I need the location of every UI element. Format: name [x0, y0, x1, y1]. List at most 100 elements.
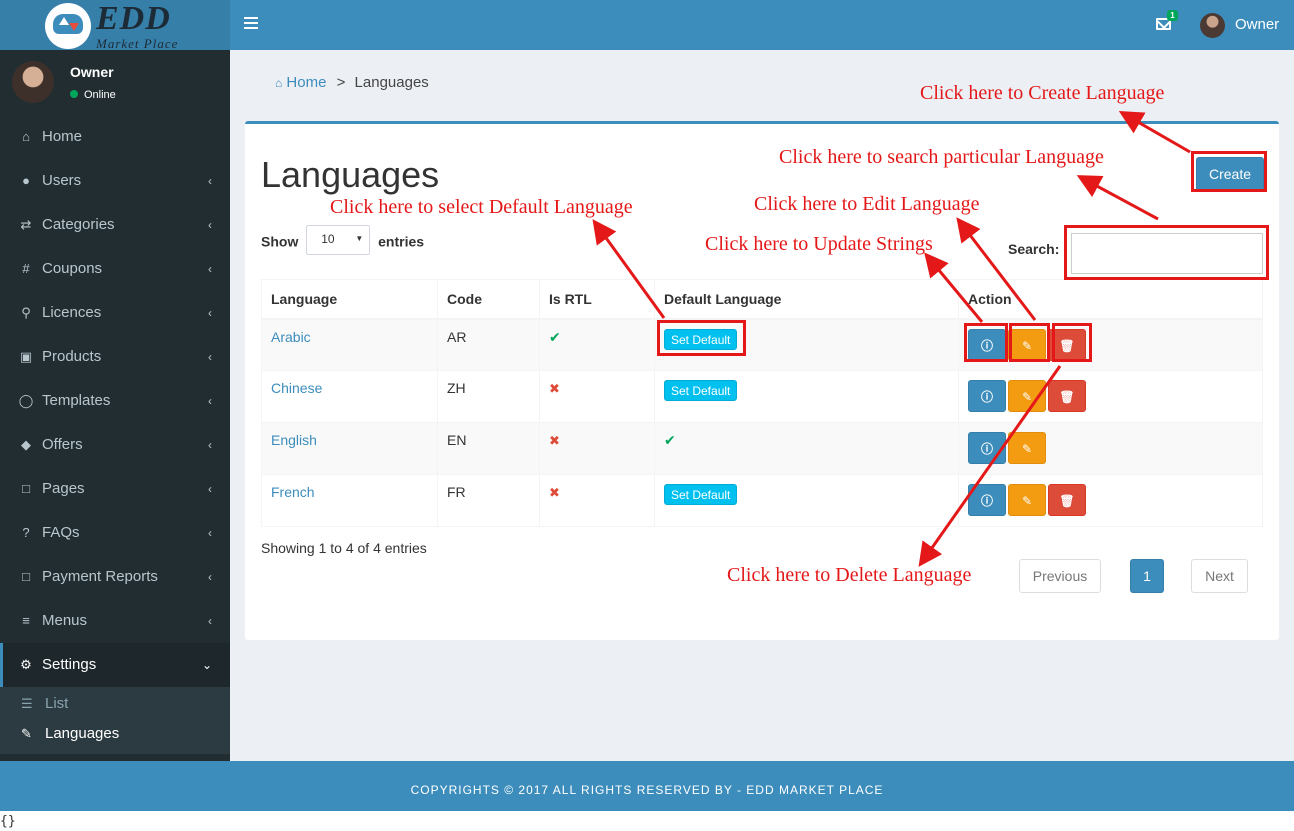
sidebar-item-payment-reports[interactable]: □ Payment Reports ‹: [0, 555, 230, 599]
sidebar-item-licences[interactable]: ⚲ Licences ‹: [0, 291, 230, 335]
delete-button[interactable]: 🗑: [1048, 484, 1086, 516]
annotation-default: Click here to select Default Language: [330, 196, 633, 218]
sidebar-item-offers[interactable]: ◆ Offers ‹: [0, 423, 230, 467]
submenu-item-list[interactable]: ☰ List: [0, 689, 230, 719]
breadcrumb-current: Languages: [354, 74, 429, 91]
sidebar-item-products[interactable]: ▣ Products ‹: [0, 335, 230, 379]
update-strings-button[interactable]: ⓘ: [968, 380, 1006, 412]
logo-area[interactable]: EDD Market Place: [0, 0, 230, 51]
sidebar-item-pages[interactable]: □ Pages ‹: [0, 467, 230, 511]
entries-label: entries: [378, 233, 425, 250]
edit-button[interactable]: ✎: [1008, 380, 1046, 412]
table-row: Chinese ZH ✖ Set Default ⓘ ✎ 🗑: [261, 370, 1263, 423]
sidebar-item-label: Categories: [42, 216, 115, 233]
user-panel: Owner Online: [0, 50, 230, 115]
table-header-row: Language Code Is RTL Default Language Ac…: [261, 279, 1263, 320]
submenu-item-languages[interactable]: ✎ Languages: [0, 719, 230, 749]
sidebar-item-label: Templates: [42, 392, 111, 409]
sidebar-item-label: Payment Reports: [42, 568, 158, 585]
random-icon: ⇄: [20, 217, 32, 232]
chevron-left-icon: ‹: [208, 438, 212, 452]
language-link[interactable]: Arabic: [271, 329, 311, 345]
sidebar-item-templates[interactable]: ◯ Templates ‹: [0, 379, 230, 423]
page-length-control: Show 10 ▼ entries: [261, 225, 425, 255]
avatar: [12, 61, 54, 103]
column-header-action: Action: [958, 279, 1263, 320]
column-header-language[interactable]: Language: [261, 279, 438, 320]
sidebar-item-categories[interactable]: ⇄ Categories ‹: [0, 203, 230, 247]
annotation-update: Click here to Update Strings: [705, 233, 933, 255]
languages-table: Language Code Is RTL Default Language Ac…: [261, 279, 1263, 527]
sidebar-item-faqs[interactable]: ? FAQs ‹: [0, 511, 230, 555]
chevron-left-icon: ‹: [208, 350, 212, 364]
page-length-value: 10: [321, 232, 335, 246]
submenu-item-label: List: [45, 695, 69, 712]
cross-icon: ✖: [549, 485, 560, 500]
brand-title: EDD: [96, 0, 171, 37]
user-avatar[interactable]: [1200, 13, 1225, 38]
chevron-down-icon: ⌄: [201, 658, 212, 672]
sidebar-item-coupons[interactable]: # Coupons ‹: [0, 247, 230, 291]
sidebar: Owner Online ⌂ Home ● Users ‹ ⇄ Categories ‹ …: [0, 50, 230, 761]
edit-button[interactable]: ✎: [1008, 484, 1046, 516]
chevron-left-icon: ‹: [208, 262, 212, 276]
sidebar-item-label: Coupons: [42, 260, 103, 277]
edit-button[interactable]: ✎: [1008, 432, 1046, 464]
question-icon: ?: [22, 525, 30, 540]
highlight-info: [964, 323, 1008, 362]
page-title: Languages: [261, 154, 440, 195]
list-icon: ☰: [21, 696, 33, 711]
info-icon: ⓘ: [980, 494, 993, 508]
sidebar-item-menus[interactable]: ≡ Menus ‹: [0, 599, 230, 643]
update-strings-button[interactable]: ⓘ: [968, 432, 1006, 464]
cross-icon: ✖: [549, 381, 560, 396]
chevron-left-icon: ‹: [208, 306, 212, 320]
footer: COPYRIGHTS © 2017 ALL RIGHTS RESERVED BY…: [0, 761, 1294, 811]
highlight-delete: [1052, 323, 1092, 362]
column-header-code[interactable]: Code: [437, 279, 540, 320]
table-row: Arabic AR ✔ Set Default ⓘ ✎ 🗑: [261, 318, 1263, 371]
pagination-next[interactable]: Next: [1191, 559, 1248, 593]
highlight-edit: [1009, 323, 1050, 362]
annotation-search: Click here to search particular Language: [779, 146, 1104, 168]
cloud-logo-icon: [45, 3, 91, 49]
language-icon: ✎: [21, 726, 32, 741]
sidebar-item-label: Pages: [42, 480, 85, 497]
page-length-select[interactable]: 10 ▼: [306, 225, 371, 255]
hash-icon: #: [22, 261, 30, 276]
info-icon: ⓘ: [980, 390, 993, 404]
highlight-set-default: [657, 320, 746, 356]
sidebar-toggle-icon[interactable]: [244, 17, 258, 29]
bars-icon: ≡: [22, 613, 30, 628]
sidebar-item-label: Users: [42, 172, 82, 189]
pagination-previous[interactable]: Previous: [1019, 559, 1101, 593]
language-code: FR: [447, 484, 466, 500]
cross-icon: ✖: [549, 433, 560, 448]
sidebar-item-users[interactable]: ● Users ‹: [0, 159, 230, 203]
language-link[interactable]: French: [271, 484, 315, 500]
table-row: English EN ✖ ✔ ⓘ ✎: [261, 422, 1263, 475]
highlight-search: [1064, 225, 1269, 280]
key-icon: ⚲: [21, 305, 31, 320]
search-label: Search:: [1008, 241, 1060, 257]
breadcrumb-home-link[interactable]: Home: [286, 74, 326, 91]
user-menu-name[interactable]: Owner: [1235, 16, 1279, 33]
pagination-page-1[interactable]: 1: [1130, 559, 1164, 593]
sidebar-item-settings[interactable]: ⚙ Settings ⌄: [0, 643, 230, 687]
column-header-is-rtl[interactable]: Is RTL: [539, 279, 655, 320]
language-code: AR: [447, 328, 467, 345]
language-link[interactable]: English: [271, 432, 317, 448]
column-header-default-language[interactable]: Default Language: [654, 279, 959, 320]
set-default-button[interactable]: Set Default: [664, 380, 738, 401]
sidebar-item-home[interactable]: ⌂ Home: [0, 115, 230, 159]
delete-button[interactable]: 🗑: [1048, 380, 1086, 412]
sidebar-item-label: Menus: [42, 612, 88, 629]
set-default-button[interactable]: Set Default: [664, 484, 738, 505]
content-wrapper: ⌂ Home > Languages Languages Create Show…: [230, 50, 1294, 761]
chevron-left-icon: ‹: [208, 394, 212, 408]
update-strings-button[interactable]: ⓘ: [968, 484, 1006, 516]
info-icon: ⓘ: [980, 442, 993, 456]
comment-icon: ◯: [18, 393, 34, 408]
language-link[interactable]: Chinese: [271, 380, 322, 396]
sidebar-menu: ⌂ Home ● Users ‹ ⇄ Categories ‹ # Coupons ‹ ⚲ Li…: [0, 115, 230, 754]
